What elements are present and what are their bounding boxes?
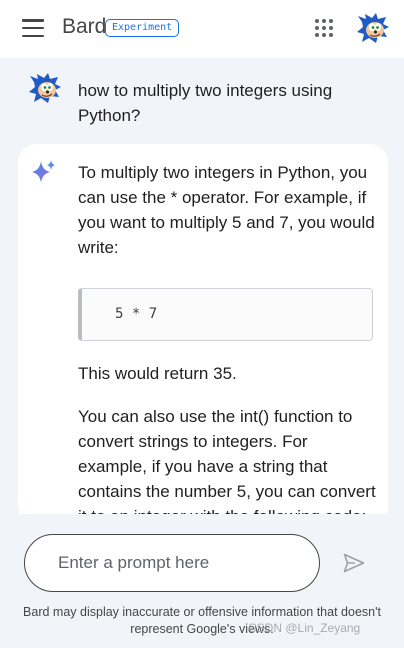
response-card: To multiply two integers in Python, you … xyxy=(18,144,388,524)
send-icon xyxy=(343,553,365,573)
response-intro: To multiply two integers in Python, you … xyxy=(78,163,375,257)
send-button[interactable] xyxy=(338,547,370,579)
top-bar: Bard Experiment xyxy=(0,0,404,58)
response-body: To multiply two integers in Python, you … xyxy=(78,160,378,524)
watermark: CSDN @Lin_Zeyang xyxy=(248,621,361,635)
scroll-fade xyxy=(0,514,404,528)
apps-grid-icon[interactable] xyxy=(315,19,333,37)
user-prompt-text: how to multiply two integers using Pytho… xyxy=(78,81,333,125)
response-followup: You can also use the int() function to c… xyxy=(78,407,376,524)
code-block[interactable]: 5 * 7 xyxy=(78,288,373,341)
profile-avatar[interactable] xyxy=(356,12,390,46)
brand-title: Bard xyxy=(62,15,107,38)
hamburger-menu-icon[interactable] xyxy=(22,19,44,37)
experiment-badge: Experiment xyxy=(105,19,180,37)
user-avatar xyxy=(29,73,61,103)
response-result: This would return 35. xyxy=(78,364,237,383)
sparkle-icon xyxy=(32,160,55,183)
prompt-input[interactable] xyxy=(24,534,320,592)
